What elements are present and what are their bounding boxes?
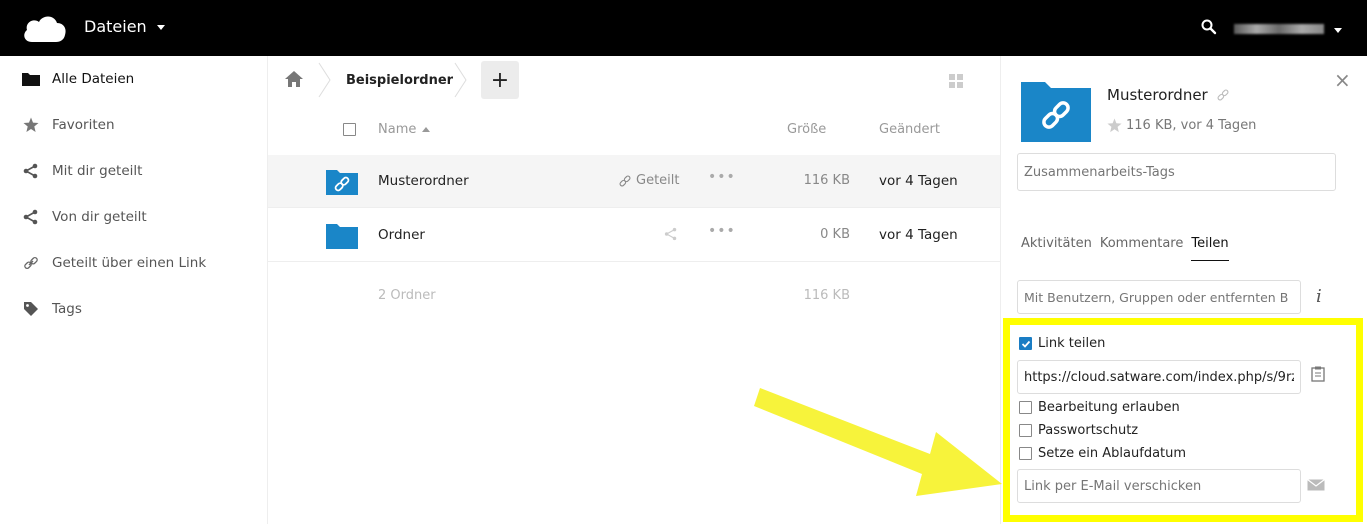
file-size: 116 KB bbox=[803, 173, 850, 188]
sidebar-item-shared-by-link[interactable]: Geteilt über einen Link bbox=[0, 240, 268, 286]
sidebar-item-all-files[interactable]: Alle Dateien bbox=[0, 56, 268, 102]
sidebar-item-label: Tags bbox=[52, 301, 82, 317]
sidebar-item-label: Favoriten bbox=[52, 117, 115, 133]
select-all-checkbox[interactable] bbox=[343, 123, 356, 136]
top-bar: Dateien bbox=[0, 0, 1367, 56]
table-summary: 2 Ordner 116 KB bbox=[268, 270, 1000, 320]
panel-tabs: Aktivitäten Kommentare Teilen bbox=[1021, 236, 1229, 261]
sidebar-item-tags[interactable]: Tags bbox=[0, 286, 268, 332]
star-icon bbox=[22, 116, 40, 134]
folder-icon bbox=[22, 70, 40, 88]
highlight-frame bbox=[1003, 318, 1363, 522]
sidebar-item-favorites[interactable]: Favoriten bbox=[0, 102, 268, 148]
folder-icon bbox=[326, 224, 358, 249]
breadcrumb-separator bbox=[318, 62, 331, 98]
add-new-button[interactable]: + bbox=[481, 61, 519, 99]
arrow-annotation bbox=[754, 388, 1002, 496]
home-icon[interactable] bbox=[284, 70, 304, 88]
more-actions-button[interactable]: ••• bbox=[708, 223, 736, 239]
summary-size: 116 KB bbox=[803, 288, 850, 303]
share-icon bbox=[22, 208, 40, 226]
file-name[interactable]: Ordner bbox=[378, 227, 425, 243]
caret-down-icon bbox=[156, 25, 165, 30]
collaborative-tags-input[interactable] bbox=[1017, 153, 1336, 191]
sidebar: Alle Dateien Favoriten Mit dir geteilt V… bbox=[0, 56, 268, 524]
share-icon[interactable] bbox=[664, 227, 678, 241]
sidebar-item-label: Von dir geteilt bbox=[52, 209, 147, 225]
summary-count: 2 Ordner bbox=[378, 288, 436, 303]
panel-title: Musterordner bbox=[1107, 86, 1208, 104]
caret-down-icon bbox=[1334, 27, 1342, 33]
table-row[interactable]: Musterordner Geteilt ••• 116 KB vor 4 Ta… bbox=[268, 155, 1000, 208]
share-icon bbox=[22, 162, 40, 180]
star-icon[interactable] bbox=[1107, 118, 1122, 133]
breadcrumb-current[interactable]: Beispielordner bbox=[346, 73, 453, 88]
table-row[interactable]: Ordner ••• 0 KB vor 4 Tagen bbox=[268, 209, 1000, 262]
share-status-label: Geteilt bbox=[636, 173, 680, 188]
breadcrumb: Beispielordner + bbox=[268, 56, 1000, 104]
info-icon[interactable]: i bbox=[1316, 286, 1322, 307]
tab-activities[interactable]: Aktivitäten bbox=[1021, 236, 1092, 261]
link-icon[interactable] bbox=[1216, 88, 1230, 102]
table-header: Name Größe Geändert bbox=[268, 106, 1000, 152]
user-menu[interactable] bbox=[1234, 24, 1342, 34]
tab-sharing[interactable]: Teilen bbox=[1191, 236, 1229, 261]
app-menu-button[interactable]: Dateien bbox=[84, 17, 165, 36]
share-status-button[interactable]: Geteilt bbox=[618, 173, 680, 188]
file-size: 0 KB bbox=[820, 227, 850, 242]
panel-title-row: Musterordner bbox=[1107, 86, 1230, 104]
close-icon[interactable]: × bbox=[1334, 68, 1351, 92]
panel-meta-text: 116 KB, vor 4 Tagen bbox=[1126, 118, 1257, 133]
file-modified: vor 4 Tagen bbox=[879, 173, 958, 189]
link-icon bbox=[22, 254, 40, 272]
app-title: Dateien bbox=[84, 17, 147, 36]
sidebar-item-label: Alle Dateien bbox=[52, 71, 135, 87]
share-with-input[interactable] bbox=[1017, 280, 1301, 314]
panel-meta: 116 KB, vor 4 Tagen bbox=[1107, 118, 1256, 133]
sidebar-item-shared-with-you[interactable]: Mit dir geteilt bbox=[0, 148, 268, 194]
tag-icon bbox=[22, 300, 40, 318]
cloud-logo-icon[interactable] bbox=[20, 12, 68, 44]
search-icon[interactable] bbox=[1200, 18, 1218, 36]
column-header-name-label: Name bbox=[378, 122, 417, 137]
sidebar-item-shared-by-you[interactable]: Von dir geteilt bbox=[0, 194, 268, 240]
column-header-name[interactable]: Name bbox=[378, 122, 431, 137]
breadcrumb-separator bbox=[454, 62, 467, 98]
tab-comments[interactable]: Kommentare bbox=[1100, 236, 1184, 261]
grid-view-icon[interactable] bbox=[949, 74, 963, 88]
sidebar-item-label: Mit dir geteilt bbox=[52, 163, 143, 179]
column-header-size[interactable]: Größe bbox=[787, 122, 826, 137]
column-header-modified[interactable]: Geändert bbox=[879, 122, 940, 137]
link-icon bbox=[619, 175, 631, 186]
sort-up-icon bbox=[422, 127, 431, 132]
file-modified: vor 4 Tagen bbox=[879, 227, 958, 243]
shared-folder-icon bbox=[326, 170, 358, 195]
more-actions-button[interactable]: ••• bbox=[708, 169, 736, 185]
avatar bbox=[1234, 24, 1324, 34]
file-name[interactable]: Musterordner bbox=[378, 173, 469, 189]
shared-folder-icon bbox=[1021, 82, 1091, 142]
sidebar-item-label: Geteilt über einen Link bbox=[52, 255, 207, 271]
